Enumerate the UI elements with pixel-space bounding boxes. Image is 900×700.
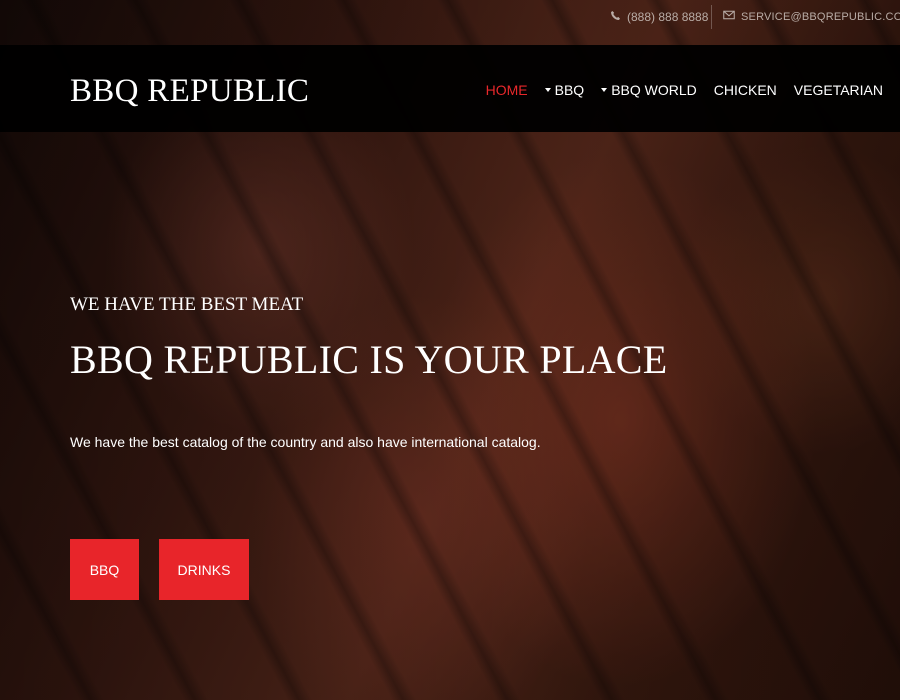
brand-logo[interactable]: BBQ REPUBLIC [70,73,309,110]
topbar-divider [711,5,712,29]
nav-item-chicken[interactable]: CHICKEN [714,82,777,98]
caret-down-icon [601,88,608,92]
nav-item-label: BBQ WORLD [611,82,697,98]
envelope-icon [723,10,735,23]
top-utility-bar: (888) 888 8888 SERVICE@BBQREPUBLIC.COM [0,0,900,34]
drinks-button[interactable]: DRINKS [159,539,249,600]
contact-email[interactable]: SERVICE@BBQREPUBLIC.COM [723,10,900,23]
phone-icon [610,10,621,24]
hero-description: We have the best catalog of the country … [70,434,541,450]
hero-kicker: WE HAVE THE BEST MEAT [70,294,304,315]
nav-item-label: BBQ [554,82,585,98]
nav-item-label: CHICKEN [713,82,777,98]
nav-item-label: VEGETARIAN [793,82,883,98]
nav-item-bbq[interactable]: BBQ [544,82,585,98]
nav-item-home[interactable]: HOME [486,82,528,98]
hero-headline: BBQ REPUBLIC IS YOUR PLACE [70,337,668,382]
phone-number: (888) 888 8888 [627,10,709,24]
main-menu: HOME BBQ BBQ WORLD CHICKEN VEGETARIAN [486,82,883,98]
email-address: SERVICE@BBQREPUBLIC.COM [741,10,900,23]
contact-phone[interactable]: (888) 888 8888 [610,10,708,24]
main-navbar: BBQ REPUBLIC HOME BBQ BBQ WORLD CHICKEN … [0,45,900,132]
nav-item-vegetarian[interactable]: VEGETARIAN [794,82,883,98]
nav-item-bbq-world[interactable]: BBQ WORLD [601,82,697,98]
caret-down-icon [544,88,551,92]
bbq-button[interactable]: BBQ [70,539,139,600]
nav-item-label: HOME [485,82,528,98]
